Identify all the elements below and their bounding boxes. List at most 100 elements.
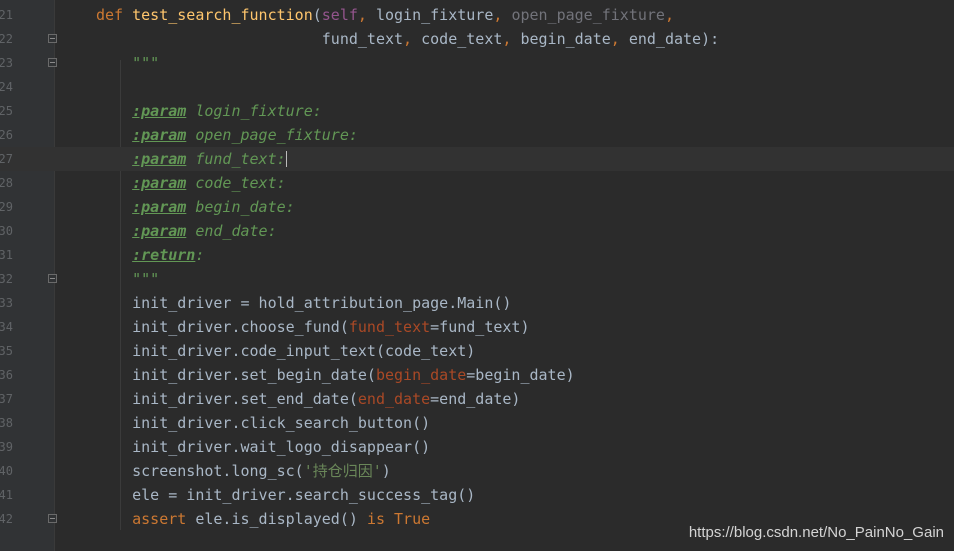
line-number: 30 bbox=[0, 224, 13, 238]
code-text: init_driver.set_begin_date(begin_date=be… bbox=[96, 363, 575, 387]
code-text: assert ele.is_displayed() is True bbox=[96, 507, 430, 531]
code-line[interactable]: 39 init_driver.wait_logo_disappear() bbox=[0, 435, 954, 459]
code-line[interactable]: 25 :param login_fixture: bbox=[0, 99, 954, 123]
line-number: 33 bbox=[0, 296, 13, 310]
code-line[interactable]: 24 bbox=[0, 75, 954, 99]
code-token: :return bbox=[132, 246, 196, 264]
code-token: init_driver.set_begin_date( bbox=[96, 366, 376, 384]
code-token: code_text bbox=[421, 30, 503, 48]
fold-marker-icon[interactable] bbox=[48, 34, 57, 43]
code-line[interactable]: 37 init_driver.set_end_date(end_date=end… bbox=[0, 387, 954, 411]
code-token: end_date: bbox=[186, 222, 277, 240]
code-line[interactable]: 32 """ bbox=[0, 267, 954, 291]
code-token: def bbox=[96, 6, 133, 24]
code-line[interactable]: 26 :param open_page_fixture: bbox=[0, 123, 954, 147]
code-token: , bbox=[502, 30, 521, 48]
code-token: =begin_date) bbox=[466, 366, 575, 384]
code-line[interactable]: 30 :param end_date: bbox=[0, 219, 954, 243]
code-token: init_driver.choose_fund( bbox=[96, 318, 349, 336]
code-text: init_driver.set_end_date(end_date=end_da… bbox=[96, 387, 520, 411]
code-line[interactable]: 41 ele = init_driver.search_success_tag(… bbox=[0, 483, 954, 507]
code-line[interactable]: 38 init_driver.click_search_button() bbox=[0, 411, 954, 435]
code-text: init_driver = hold_attribution_page.Main… bbox=[96, 291, 511, 315]
line-number: 35 bbox=[0, 344, 13, 358]
line-number: 22 bbox=[0, 32, 13, 46]
line-number: 28 bbox=[0, 176, 13, 190]
line-number: 39 bbox=[0, 440, 13, 454]
line-number: 36 bbox=[0, 368, 13, 382]
code-line[interactable]: 28 :param code_text: bbox=[0, 171, 954, 195]
code-token: =end_date) bbox=[430, 390, 521, 408]
code-token: , bbox=[403, 30, 422, 48]
code-token: code_text: bbox=[186, 174, 286, 192]
fold-marker-icon[interactable] bbox=[48, 514, 57, 523]
code-text: :param fund_text: bbox=[96, 147, 287, 171]
code-line[interactable]: 40 screenshot.long_sc('持仓归因') bbox=[0, 459, 954, 483]
code-text: ele = init_driver.search_success_tag() bbox=[96, 483, 475, 507]
code-token: , bbox=[664, 6, 674, 24]
code-token: fund_text: bbox=[186, 150, 286, 168]
code-token: open_page_fixture bbox=[511, 6, 665, 24]
code-text: :param begin_date: bbox=[96, 195, 295, 219]
code-text: :param login_fixture: bbox=[96, 99, 322, 123]
code-token: :param bbox=[132, 174, 187, 192]
code-token: is True bbox=[366, 510, 431, 528]
code-line[interactable]: 34 init_driver.choose_fund(fund_text=fun… bbox=[0, 315, 954, 339]
code-token: fund_text bbox=[96, 30, 404, 48]
line-number: 25 bbox=[0, 104, 13, 118]
code-token: :param bbox=[132, 150, 187, 168]
code-text: """ bbox=[96, 51, 159, 75]
code-line[interactable]: 35 init_driver.code_input_text(code_text… bbox=[0, 339, 954, 363]
code-token: assert bbox=[96, 510, 196, 528]
code-text: def test_search_function(self, login_fix… bbox=[96, 3, 674, 27]
code-line[interactable]: 36 init_driver.set_begin_date(begin_date… bbox=[0, 363, 954, 387]
code-text: fund_text, code_text, begin_date, end_da… bbox=[96, 27, 719, 51]
code-token: , bbox=[493, 6, 512, 24]
code-token: begin_date bbox=[375, 366, 467, 384]
code-token: '持仓归因' bbox=[303, 462, 382, 480]
code-line[interactable]: 33 init_driver = hold_attribution_page.M… bbox=[0, 291, 954, 315]
code-token: ( bbox=[312, 6, 322, 24]
code-token: :param bbox=[132, 198, 187, 216]
line-number: 32 bbox=[0, 272, 13, 286]
code-line[interactable]: 29 :param begin_date: bbox=[0, 195, 954, 219]
code-text: init_driver.click_search_button() bbox=[96, 411, 430, 435]
code-token: =fund_text) bbox=[430, 318, 530, 336]
code-line[interactable]: 23 """ bbox=[0, 51, 954, 75]
code-text: :param end_date: bbox=[96, 219, 277, 243]
code-text: init_driver.code_input_text(code_text) bbox=[96, 339, 475, 363]
code-line[interactable]: 21 def test_search_function(self, login_f… bbox=[0, 3, 954, 27]
code-text: :param code_text: bbox=[96, 171, 286, 195]
line-number: 40 bbox=[0, 464, 13, 478]
line-number: 29 bbox=[0, 200, 13, 214]
fold-marker-icon[interactable] bbox=[48, 58, 57, 67]
code-token: init_driver.set_end_date( bbox=[96, 390, 358, 408]
code-line[interactable]: 27 :param fund_text: bbox=[0, 147, 954, 171]
code-token: :param bbox=[132, 102, 187, 120]
code-token: """ bbox=[96, 54, 160, 72]
line-number: 23 bbox=[0, 56, 13, 70]
code-token: init_driver.wait_logo_disappear() bbox=[96, 438, 431, 456]
code-editor[interactable]: 21 def test_search_function(self, login_f… bbox=[0, 0, 954, 551]
code-token: login_fixture: bbox=[186, 102, 322, 120]
code-token: :param bbox=[132, 126, 187, 144]
code-line[interactable]: 22 fund_text, code_text, begin_date, end… bbox=[0, 27, 954, 51]
line-number: 38 bbox=[0, 416, 13, 430]
line-number: 26 bbox=[0, 128, 13, 142]
text-caret bbox=[285, 151, 287, 167]
code-text: """ bbox=[96, 267, 159, 291]
code-token: test_search_function bbox=[132, 6, 313, 24]
line-number: 42 bbox=[0, 512, 13, 526]
code-line[interactable]: 31 :return: bbox=[0, 243, 954, 267]
code-token: login_fixture bbox=[375, 6, 494, 24]
code-token: begin_date bbox=[520, 30, 611, 48]
line-number: 34 bbox=[0, 320, 13, 334]
code-text: :return: bbox=[96, 243, 204, 267]
code-token: , bbox=[357, 6, 376, 24]
fold-marker-icon[interactable] bbox=[48, 274, 57, 283]
